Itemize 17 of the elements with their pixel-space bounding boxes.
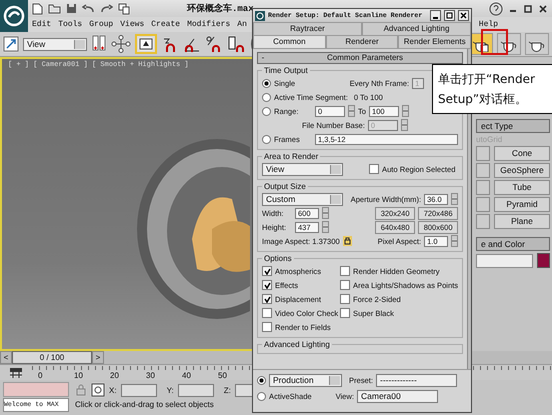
coordinate-label: X: [109,386,117,394]
frame-tick-label: 40 [182,370,192,380]
status-prompt: Click or click-and-drag to select objects [75,400,215,409]
group-title: Area to Render [263,152,320,161]
group-title: Time Output [263,66,309,75]
group-title: Advanced Lighting [263,340,331,349]
frame-tick-label: 0 [38,370,44,380]
frame-tick-label: 50 [218,370,228,380]
callout-tooltip: 单击打开“Render Setup”对话框。 [432,64,552,114]
frame-tick-label: 30 [146,370,156,380]
group-title: Output Size [263,182,307,191]
window-title: 环保概念车.max [187,2,254,15]
frame-tick-label: 20 [110,370,120,380]
frame-tick-label: 10 [74,370,84,380]
coordinate-label: Z: [224,386,231,394]
coordinate-label: Y: [166,386,174,394]
group-title: Options [263,254,293,263]
